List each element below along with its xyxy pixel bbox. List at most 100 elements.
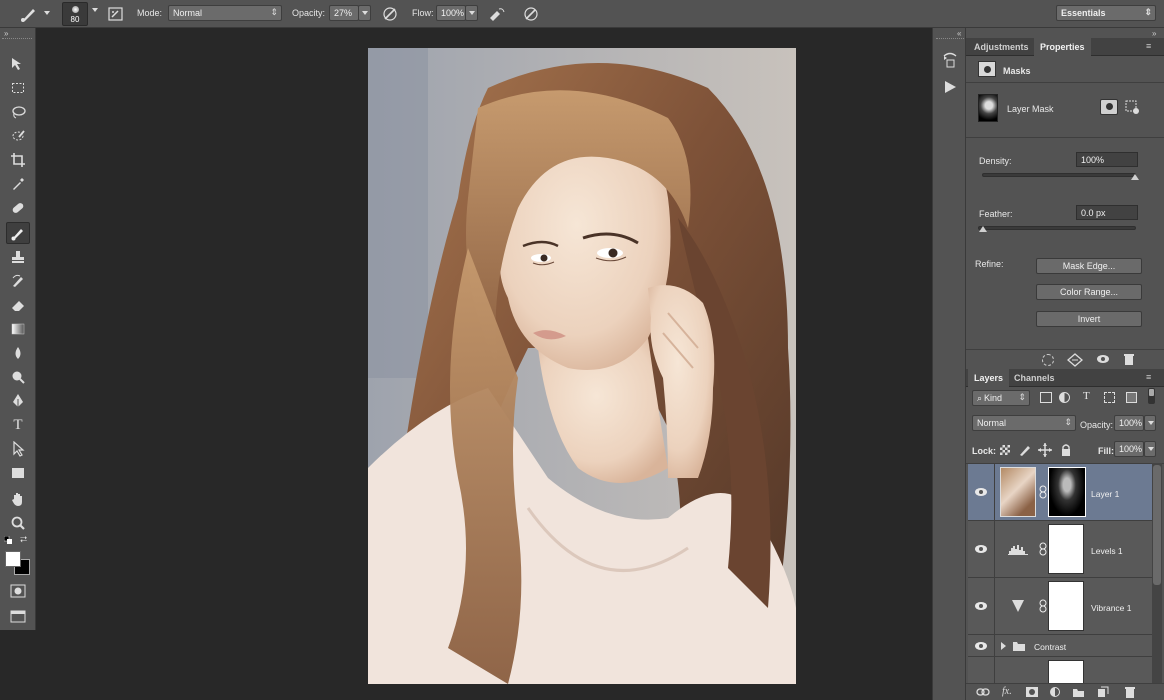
density-slider-thumb[interactable] (1131, 174, 1139, 180)
minidock-collapse-icon[interactable]: « (957, 29, 961, 38)
toolbar-grip[interactable] (2, 38, 32, 41)
disable-mask-eye-icon[interactable] (1096, 354, 1110, 364)
feather-slider-thumb[interactable] (979, 226, 987, 232)
fill-dropdown[interactable] (1144, 441, 1156, 457)
layer-blend-mode-select[interactable]: Normal (972, 415, 1076, 431)
airbrush-icon[interactable] (487, 4, 507, 24)
mask-edge-button[interactable]: Mask Edge... (1036, 258, 1142, 274)
visibility-eye-icon[interactable] (974, 641, 988, 651)
new-layer-icon[interactable] (1097, 686, 1109, 698)
load-selection-icon[interactable] (1042, 354, 1054, 366)
opacity-slider-dropdown[interactable] (358, 5, 371, 21)
invert-button[interactable]: Invert (1036, 311, 1142, 327)
quick-mask-icon[interactable] (6, 580, 30, 602)
filter-adjustment-icon[interactable] (1059, 392, 1070, 403)
layer-filter-kind-select[interactable]: ⌕ Kind (972, 390, 1030, 406)
levels-1-mask-thumbnail[interactable] (1048, 524, 1084, 574)
delete-mask-icon[interactable] (1123, 353, 1135, 366)
layer-1-mask-thumbnail[interactable] (1048, 467, 1086, 517)
default-colors-icon[interactable] (4, 536, 12, 544)
filter-type-icon[interactable]: T (1083, 390, 1090, 402)
hand-tool-icon[interactable] (6, 488, 30, 510)
brush-preset-picker[interactable]: 80 (62, 2, 88, 26)
clone-stamp-tool-icon[interactable] (6, 246, 30, 268)
visibility-eye-icon[interactable] (974, 544, 988, 554)
layer-opacity-input[interactable]: 100% (1114, 415, 1144, 431)
path-selection-tool-icon[interactable] (6, 438, 30, 460)
new-adjustment-layer-icon[interactable] (1050, 687, 1060, 697)
foreground-color-swatch[interactable] (5, 551, 21, 567)
minidock-grip[interactable] (936, 38, 964, 41)
brush-preset-dropdown[interactable] (89, 3, 98, 25)
mask-link-icon[interactable] (1039, 485, 1047, 499)
tab-channels[interactable]: Channels (1008, 369, 1061, 387)
properties-panel-menu-icon[interactable]: ≡ (1146, 41, 1151, 51)
layer-1-thumbnail[interactable] (1000, 467, 1036, 517)
layer-style-fx-icon[interactable]: fx. (1002, 686, 1012, 697)
apply-mask-icon[interactable] (1067, 353, 1083, 367)
brush-tool-preset-icon[interactable] (18, 4, 40, 24)
flow-slider-dropdown[interactable] (465, 5, 478, 21)
actions-panel-icon[interactable] (943, 80, 957, 94)
brush-tool-icon[interactable] (6, 222, 30, 244)
add-layer-mask-icon[interactable] (1026, 687, 1038, 697)
select-layer-mask-button[interactable] (1100, 99, 1118, 115)
layer-row-layer-1[interactable]: Layer 1 (968, 464, 1152, 521)
mode-select[interactable]: Normal (168, 5, 282, 21)
move-tool-icon[interactable] (6, 53, 30, 75)
pressure-opacity-icon[interactable] (380, 4, 400, 24)
visibility-eye-icon[interactable] (974, 487, 988, 497)
add-vector-mask-icon[interactable] (1124, 99, 1140, 115)
lock-position-icon[interactable] (1038, 443, 1052, 457)
eyedropper-tool-icon[interactable] (6, 173, 30, 195)
vibrance-1-mask-thumbnail[interactable] (1048, 581, 1084, 631)
lock-image-pixels-icon[interactable] (1018, 443, 1032, 457)
filter-shape-icon[interactable] (1104, 392, 1115, 403)
layer-row-vibrance-1[interactable]: Vibrance 1 (968, 578, 1152, 635)
visibility-eye-icon[interactable] (974, 601, 988, 611)
layer-row-contrast-group[interactable]: Contrast (968, 635, 1152, 657)
tab-layers[interactable]: Layers (968, 369, 1010, 387)
workspace-switcher[interactable]: Essentials (1056, 5, 1156, 21)
tab-properties[interactable]: Properties (1034, 38, 1091, 56)
marquee-tool-icon[interactable] (6, 77, 30, 99)
layers-scrollbar[interactable] (1152, 463, 1162, 683)
quick-selection-tool-icon[interactable] (6, 125, 30, 147)
tab-adjustments[interactable]: Adjustments (968, 38, 1035, 56)
dock-collapse-icon[interactable]: » (1152, 29, 1156, 38)
tool-preset-dropdown[interactable] (44, 11, 50, 15)
feather-input[interactable]: 0.0 px (1076, 205, 1138, 220)
delete-layer-icon[interactable] (1124, 686, 1136, 699)
history-panel-icon[interactable] (941, 52, 959, 70)
screen-mode-icon[interactable] (6, 605, 30, 627)
partial-layer-thumbnail[interactable] (1048, 660, 1084, 683)
eraser-tool-icon[interactable] (6, 294, 30, 316)
new-group-folder-icon[interactable] (1072, 687, 1085, 698)
gradient-tool-icon[interactable] (6, 318, 30, 340)
swap-colors-icon[interactable]: ⮂ (20, 534, 27, 545)
type-tool-icon[interactable]: T (6, 414, 30, 436)
filter-smart-object-icon[interactable] (1126, 392, 1137, 403)
blur-tool-icon[interactable] (6, 342, 30, 364)
group-expand-triangle-icon[interactable] (1001, 642, 1006, 650)
filter-pixel-icon[interactable] (1040, 392, 1052, 403)
brush-panel-toggle-icon[interactable] (106, 4, 126, 24)
dodge-tool-icon[interactable] (6, 366, 30, 388)
lasso-tool-icon[interactable] (6, 101, 30, 123)
rectangle-tool-icon[interactable] (6, 462, 30, 484)
document-canvas-image[interactable] (368, 48, 796, 684)
healing-brush-tool-icon[interactable] (6, 197, 30, 219)
density-input[interactable]: 100% (1076, 152, 1138, 167)
mask-link-icon[interactable] (1039, 599, 1047, 613)
link-layers-icon[interactable] (976, 687, 990, 697)
fill-input[interactable]: 100% (1114, 441, 1144, 457)
history-brush-tool-icon[interactable] (6, 270, 30, 292)
feather-slider-track[interactable] (978, 226, 1136, 230)
color-range-button[interactable]: Color Range... (1036, 284, 1142, 300)
pen-tool-icon[interactable] (6, 390, 30, 412)
layers-panel-menu-icon[interactable]: ≡ (1146, 372, 1151, 382)
density-slider-track[interactable] (982, 173, 1136, 177)
crop-tool-icon[interactable] (6, 149, 30, 171)
opacity-input[interactable]: 27% (329, 5, 359, 21)
toolbar-collapse-icon[interactable]: » (4, 29, 8, 38)
